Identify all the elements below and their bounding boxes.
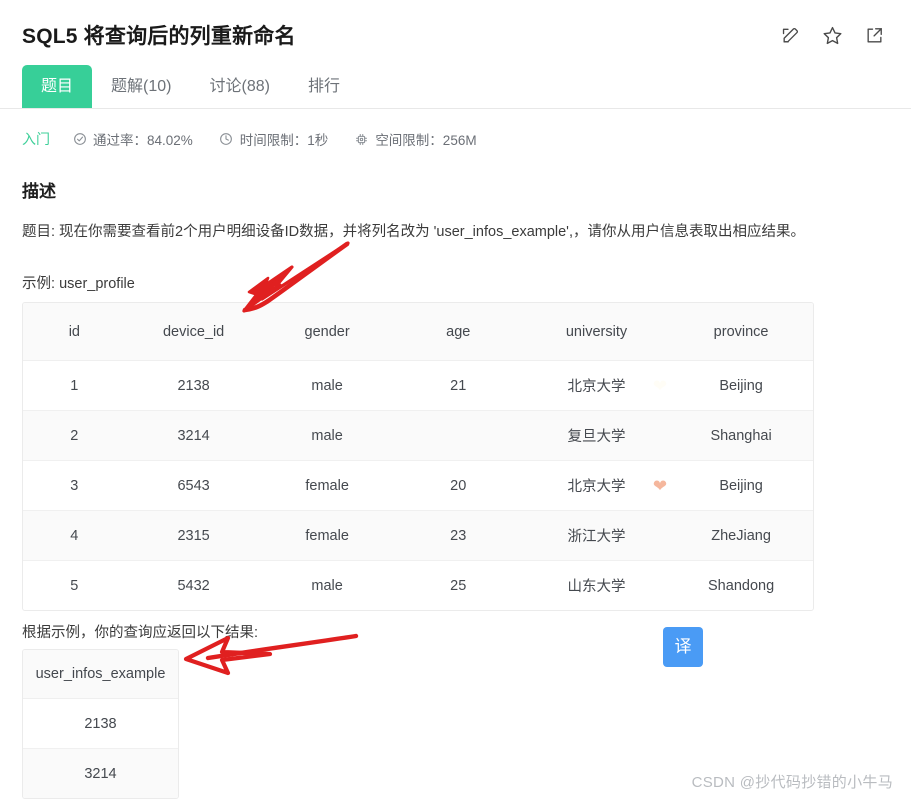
heart-icon: ❤ xyxy=(652,376,668,395)
title-actions xyxy=(779,24,889,46)
cell-university-text: 北京大学 xyxy=(567,479,626,495)
cell-id: 2 xyxy=(23,410,126,461)
cell-device-id: 2315 xyxy=(125,510,262,561)
translate-button[interactable]: 译 xyxy=(663,627,703,667)
pass-rate-label: 通过率：84.02% xyxy=(93,133,193,148)
cell-id: 3 xyxy=(23,460,126,511)
edit-icon[interactable] xyxy=(779,24,801,46)
result-table: user_infos_example 2138 3214 xyxy=(22,649,179,799)
column-header-age: age xyxy=(392,303,524,361)
cell-province: ZheJiang xyxy=(669,510,813,561)
cell-university: 北京大学 ❤ xyxy=(523,360,670,411)
tab-solutions[interactable]: 题解(10) xyxy=(92,65,190,108)
heart-icon: ❤ xyxy=(652,476,668,495)
memory-chip-icon xyxy=(354,132,369,147)
cell-university: 复旦大学 xyxy=(523,410,670,461)
cell-university: 浙江大学 xyxy=(523,510,670,561)
table-header-row: id device_id gender age university provi… xyxy=(23,303,813,361)
page-header: SQL5 将查询后的列重新命名 题目 题解(10) 讨论(88) 排行 xyxy=(0,0,911,109)
cell-id: 5 xyxy=(70,577,79,594)
cell-university-text: 北京大学 xyxy=(567,379,626,395)
space-limit-item: 空间限制：256M xyxy=(354,129,477,149)
cell-device-id: 5432 xyxy=(177,577,210,594)
example-caption: 示例: user_profile xyxy=(22,272,889,293)
cell-university: 山东大学 xyxy=(567,579,626,595)
tab-bar: 题目 题解(10) 讨论(88) 排行 xyxy=(22,65,889,108)
example-label: 示例: xyxy=(22,276,56,292)
cell-age: 21 xyxy=(392,360,524,411)
table-row: 3 6543 female 20 北京大学 ❤ Beijing xyxy=(23,460,813,511)
cell-province: Beijing xyxy=(669,360,813,411)
cell-province: Beijing xyxy=(669,460,813,511)
pass-rate-item: 通过率：84.02% xyxy=(72,129,193,149)
example-table: id device_id gender age university provi… xyxy=(22,302,814,611)
problem-content: 描述 题目: 现在你需要查看前2个用户明细设备ID数据，并将列名改为 'user… xyxy=(0,177,911,799)
cell-gender: male xyxy=(261,410,393,461)
cell-age: 25 xyxy=(450,577,467,594)
table-row: 5 5432 male 25 山东大学 Shandong xyxy=(23,561,813,611)
column-header-device-id: device_id xyxy=(125,303,262,361)
share-icon[interactable] xyxy=(863,24,885,46)
result-cell: 3214 xyxy=(23,748,178,798)
title-row: SQL5 将查询后的列重新命名 xyxy=(22,18,889,52)
result-column-header: user_infos_example xyxy=(23,650,178,699)
page-title: SQL5 将查询后的列重新命名 xyxy=(22,25,296,48)
table-row: 2 3214 male 复旦大学 Shanghai xyxy=(23,410,813,461)
cell-university: 北京大学 ❤ xyxy=(523,460,670,511)
cell-device-id: 3214 xyxy=(125,410,262,461)
tab-problem[interactable]: 题目 xyxy=(22,65,93,108)
cell-id: 4 xyxy=(23,510,126,561)
cell-age xyxy=(392,410,524,461)
column-header-gender: gender xyxy=(261,303,393,361)
example-table-name: user_profile xyxy=(59,276,135,292)
table-row: 4 2315 female 23 浙江大学 ZheJiang xyxy=(23,510,813,561)
result-intro: 根据示例，你的查询应返回以下结果: xyxy=(22,625,259,641)
cell-gender: male xyxy=(261,360,393,411)
cell-id: 1 xyxy=(23,360,126,411)
star-icon[interactable] xyxy=(821,24,843,46)
cell-province: Shanghai xyxy=(669,410,813,461)
table-row: 1 2138 male 21 北京大学 ❤ Beijing xyxy=(23,360,813,411)
difficulty-badge: 入门 xyxy=(22,131,50,147)
result-cell: 2138 xyxy=(23,698,178,749)
result-row: 3214 xyxy=(23,748,178,798)
cell-age: 20 xyxy=(392,460,524,511)
cell-gender: female xyxy=(261,510,393,561)
cell-gender: female xyxy=(261,460,393,511)
result-row: 2138 xyxy=(23,698,178,749)
result-header-row: user_infos_example xyxy=(23,650,178,699)
problem-meta-row: 入门 通过率：84.02% 时间限制：1秒 空间限制：256M xyxy=(0,109,911,153)
cell-province: Shandong xyxy=(708,577,775,594)
cell-device-id: 6543 xyxy=(125,460,262,511)
tab-ranking[interactable]: 排行 xyxy=(289,65,359,108)
check-circle-icon xyxy=(72,132,87,147)
time-limit-label: 时间限制：1秒 xyxy=(239,133,329,148)
cell-age: 23 xyxy=(392,510,524,561)
column-header-province: province xyxy=(669,303,813,361)
cell-gender: male xyxy=(311,577,343,594)
tab-discussion[interactable]: 讨论(88) xyxy=(190,65,288,108)
column-header-university: university xyxy=(523,303,670,361)
time-limit-item: 时间限制：1秒 xyxy=(219,129,329,149)
column-header-id: id xyxy=(23,303,126,361)
description-body: 题目: 现在你需要查看前2个用户明细设备ID数据，并将列名改为 'user_in… xyxy=(22,224,805,240)
space-limit-label: 空间限制：256M xyxy=(375,133,477,148)
cell-device-id: 2138 xyxy=(125,360,262,411)
clock-icon xyxy=(219,132,234,147)
csdn-watermark: CSDN @抄代码抄错的小牛马 xyxy=(691,774,893,791)
description-heading: 描述 xyxy=(22,182,56,201)
